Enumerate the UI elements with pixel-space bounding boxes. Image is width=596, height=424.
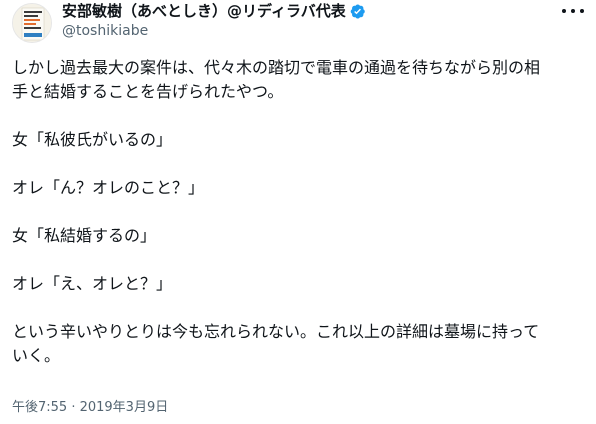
tweet-line: 女「私彼氏がいるの」: [12, 130, 173, 149]
tweet-line: 手と結婚することを告げられたやつ。: [12, 82, 284, 101]
tweet-line: 女「私結婚するの」: [12, 226, 157, 245]
tweet-line: いく。: [12, 346, 61, 365]
author-handle[interactable]: @toshikiabe: [62, 22, 148, 40]
tweet-timestamp[interactable]: 午後7:55 · 2019年3月9日: [12, 399, 168, 417]
tweet-line-break: [12, 152, 582, 176]
book-cover-avatar-icon: [13, 4, 51, 42]
author-name-row: 安部敏樹（あべとしき）@リディラバ代表: [62, 1, 366, 21]
tweet-line-break: [12, 248, 582, 272]
more-dot: [580, 9, 584, 13]
tweet-line: しかし過去最大の案件は、代々木の踏切で電車の通過を待ちながら別の相: [12, 58, 541, 77]
tweet-line: オレ「え、オレと？」: [12, 274, 173, 293]
tweet-text: しかし過去最大の案件は、代々木の踏切で電車の通過を待ちながら別の相 手と結婚する…: [12, 56, 582, 368]
author-display-name[interactable]: 安部敏樹（あべとしき）@リディラバ代表: [62, 1, 346, 21]
tweet-line: という辛いやりとりは今も忘れられない。これ以上の詳細は墓場に持って: [12, 322, 540, 341]
verified-badge-icon[interactable]: [349, 3, 366, 20]
more-dot: [562, 9, 566, 13]
more-options-icon[interactable]: [562, 2, 584, 20]
more-dot: [571, 9, 575, 13]
tweet-line-break: [12, 104, 582, 128]
tweet-line: オレ「ん？オレのこと？」: [12, 178, 205, 197]
avatar[interactable]: [12, 3, 52, 43]
tweet-card: 安部敏樹（あべとしき）@リディラバ代表 @toshikiabe しかし過去最大の…: [0, 0, 596, 424]
tweet-line-break: [12, 200, 582, 224]
tweet-line-break: [12, 296, 582, 320]
